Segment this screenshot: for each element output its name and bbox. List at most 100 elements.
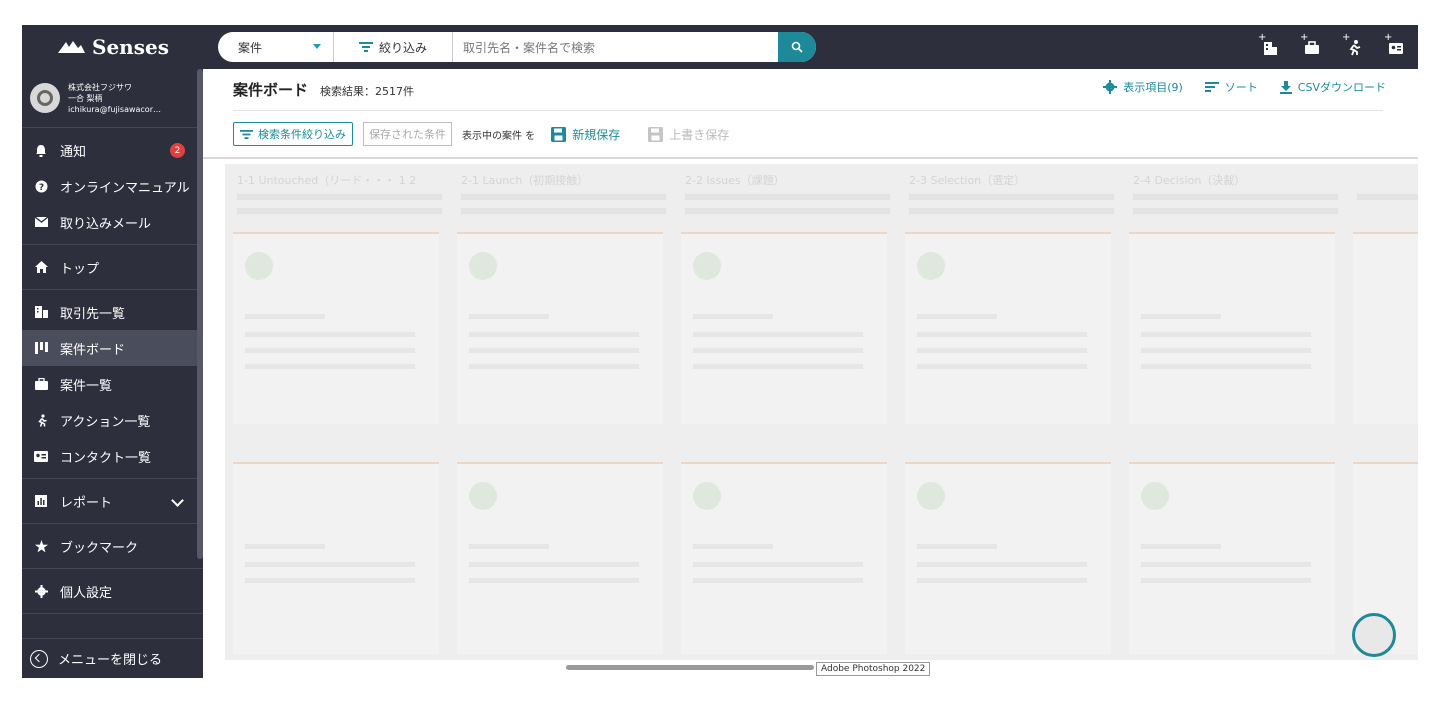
avatar [30,83,60,113]
download-icon [1279,80,1292,94]
board-column: 1-1 Untouched（リード・・・ 1 2 [225,164,447,660]
gear-icon [34,584,48,598]
deal-card[interactable] [681,462,887,654]
save-icon [551,126,567,142]
sidebar-item-contacts[interactable]: コンタクト一覧 [22,438,203,474]
help-icon: ? [34,179,48,193]
page-header: 案件ボード 検索結果：2517件 [233,79,414,100]
deal-card[interactable] [233,232,439,424]
column-summary-line [909,194,1114,200]
senses-logo-icon [58,41,86,53]
status-icon [917,252,945,280]
column-summary-line [685,208,890,214]
deal-card[interactable] [905,232,1111,424]
sidebar-item-notifications[interactable]: 通知 2 [22,132,203,168]
sidebar-item-accounts[interactable]: 取引先一覧 [22,294,203,330]
building-icon [34,305,48,319]
new-save-button[interactable]: 新規保存 [551,126,620,143]
deal-card[interactable] [1129,462,1335,654]
page-title: 案件ボード [233,81,309,99]
sidebar-item-label: アクション一覧 [60,414,151,430]
user-company: 株式会社フジサワ [68,82,132,92]
result-count: 検索結果：2517件 [320,85,415,98]
header-actions: 表示項目(9) ソート CSVダウンロード [1103,79,1386,95]
add-deal-button[interactable]: + [1298,32,1326,61]
saved-conditions-select[interactable]: 保存された条件 [363,122,452,146]
save-icon [648,126,664,142]
search-submit-button[interactable] [778,32,816,62]
column-title: 1-1 Untouched（リード・・・ 1 2 [237,174,417,187]
search-type-select[interactable]: 案件 [218,32,334,62]
deal-card[interactable] [1353,232,1418,424]
sidebar-group-support: 通知 2 ? オンラインマニュアル 取り込みメール [22,128,203,245]
plus-icon: + [1258,32,1267,43]
header-divider [233,110,1383,111]
search-icon [791,41,803,53]
sidebar-item-label: コンタクト一覧 [60,450,152,466]
sidebar-item-deals[interactable]: 案件一覧 [22,366,203,402]
sidebar-item-mail-import[interactable]: 取り込みメール [22,204,203,240]
sidebar-item-top[interactable]: トップ [22,249,203,285]
deal-card[interactable] [905,462,1111,654]
showing-deals-text: 表示中の案件 を [462,130,536,142]
brand-logo[interactable]: Senses [22,25,203,69]
display-items-button[interactable]: 表示項目(9) [1103,79,1183,95]
sidebar-item-reports[interactable]: レポート [22,483,203,519]
overwrite-save-label: 上書き保存 [669,127,730,142]
sidebar-item-settings[interactable]: 個人設定 [22,573,203,609]
plus-icon: + [1300,32,1309,43]
board-column: 2-3 Selection（選定） [897,164,1119,660]
add-contact-button[interactable]: + [1382,32,1410,61]
global-search-bar: 案件 絞り込み [218,32,816,62]
deal-board: 1-1 Untouched（リード・・・ 1 2 2-1 Launch（初期接触… [225,164,1418,660]
sidebar: 株式会社フジサワ 一合 梨柄 ichikura@fujisawacor… 通知 … [22,69,203,678]
sidebar-item-label: 個人設定 [60,585,113,601]
svg-text:?: ? [38,183,43,193]
csv-download-button[interactable]: CSVダウンロード [1279,79,1386,95]
plus-icon: + [1342,32,1351,43]
status-icon [469,252,497,280]
filter-conditions-label: 検索条件絞り込み [258,128,346,141]
status-icon [469,482,497,510]
search-input[interactable] [453,32,778,62]
deal-card[interactable] [681,232,887,424]
report-chart-icon [34,494,48,508]
sidebar-item-actions[interactable]: アクション一覧 [22,402,203,438]
home-icon [34,260,48,274]
sidebar-item-label: 取り込みメール [60,216,152,232]
board-column: 2-1 Launch（初期接触） [449,164,671,660]
app-window: Senses 案件 絞り込み 取引先名・案件名で検索 + + + + 株式会社フ… [22,25,1418,678]
board-column: 2-2 Issues（課題） [673,164,895,660]
filter-icon [358,42,373,52]
sidebar-item-bookmarks[interactable]: ブックマーク [22,528,203,564]
sidebar-item-deal-board[interactable]: 案件ボード [22,330,203,366]
deal-card[interactable] [1129,232,1335,424]
sidebar-item-label: オンラインマニュアル [60,180,190,196]
deal-card[interactable] [457,232,663,424]
filter-conditions-button[interactable]: 検索条件絞り込み [233,122,353,146]
board-column: 2-4 Decision（決裁） [1121,164,1343,660]
deal-card[interactable] [457,462,663,654]
deal-card[interactable] [233,462,439,654]
collapse-menu-button[interactable]: メニューを閉じる [22,638,203,678]
sidebar-group-top: トップ [22,245,203,290]
top-bar: Senses 案件 絞り込み 取引先名・案件名で検索 + + + + [22,25,1418,69]
user-profile[interactable]: 株式会社フジサワ 一合 梨柄 ichikura@fujisawacor… [22,69,203,128]
chat-support-button[interactable] [1352,613,1396,657]
sidebar-group-main: 取引先一覧 案件ボード 案件一覧 アクション一覧 コンタクト一覧 [22,290,203,479]
plus-icon: + [1384,32,1393,43]
sidebar-item-manual[interactable]: ? オンラインマニュアル [22,168,203,204]
chevron-left-circle-icon [30,649,48,668]
add-action-button[interactable]: + [1340,32,1368,61]
collapse-menu-label: メニューを閉じる [58,653,163,668]
column-summary-line [685,194,890,200]
filter-toolbar: 検索条件絞り込み 保存された条件 表示中の案件 を 新規保存 上書き保存 [233,122,729,146]
board-horizontal-scrollbar[interactable] [566,665,814,670]
overwrite-save-button[interactable]: 上書き保存 [648,126,729,143]
add-company-button[interactable]: + [1256,32,1284,61]
user-email: ichikura@fujisawacor… [68,104,161,114]
column-title: 2-1 Launch（初期接触） [461,174,589,187]
sort-button[interactable]: ソート [1204,79,1258,95]
star-icon [34,539,48,553]
search-filter-button[interactable]: 絞り込み [334,32,453,62]
